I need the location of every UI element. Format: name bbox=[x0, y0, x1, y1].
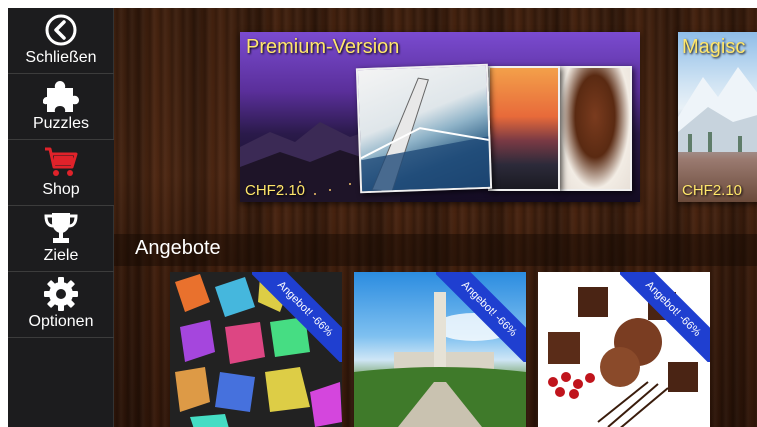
offer-card-chocolate[interactable]: Angebot! -66% bbox=[538, 272, 710, 427]
sidebar: Schließen Puzzles Shop Ziele Optionen bbox=[8, 8, 114, 427]
dessert-thumbnail bbox=[558, 66, 632, 191]
discount-ribbon: Angebot! -66% bbox=[436, 272, 526, 362]
trophy-icon bbox=[41, 209, 81, 247]
sidebar-item-puzzles[interactable]: Puzzles bbox=[8, 74, 114, 140]
card-title: Magisc bbox=[682, 36, 746, 58]
discount-ribbon: Angebot! -66% bbox=[252, 272, 342, 362]
discount-badge: Angebot! -66% bbox=[620, 272, 710, 362]
offer-card-crystals[interactable]: Angebot! -66% bbox=[170, 272, 342, 427]
shop-content: Premium-Version CHF2.10 Magisc CHF2.10 A… bbox=[114, 8, 757, 427]
cart-icon bbox=[41, 143, 81, 181]
app-window: Schließen Puzzles Shop Ziele Optionen Pr… bbox=[8, 8, 757, 427]
sidebar-item-options[interactable]: Optionen bbox=[8, 272, 114, 338]
discount-badge: Angebot! -66% bbox=[436, 272, 526, 362]
sailboat-thumbnail bbox=[355, 63, 493, 194]
premium-version-card[interactable]: Premium-Version CHF2.10 bbox=[240, 32, 640, 202]
discount-ribbon: Angebot! -66% bbox=[620, 272, 710, 362]
gear-icon bbox=[41, 275, 81, 313]
offer-card-monument[interactable]: Angebot! -66% bbox=[354, 272, 526, 427]
discount-badge: Angebot! -66% bbox=[252, 272, 342, 362]
sidebar-item-shop[interactable]: Shop bbox=[8, 140, 114, 206]
sidebar-item-label: Shop bbox=[42, 181, 80, 198]
card-price: CHF2.10 bbox=[682, 182, 743, 199]
puzzle-piece-icon bbox=[41, 77, 81, 115]
card-title: Premium-Version bbox=[246, 36, 400, 58]
sidebar-item-label: Optionen bbox=[28, 313, 94, 330]
card-price: CHF2.10 bbox=[245, 182, 306, 199]
sidebar-item-label: Schließen bbox=[25, 49, 97, 66]
sidebar-item-close[interactable]: Schließen bbox=[8, 8, 114, 74]
back-circle-icon bbox=[41, 11, 81, 49]
magic-pack-card[interactable]: Magisc CHF2.10 bbox=[678, 32, 757, 202]
sidebar-item-goals[interactable]: Ziele bbox=[8, 206, 114, 272]
snowy-mountain-image bbox=[678, 67, 757, 152]
section-title: Angebote bbox=[135, 237, 221, 259]
sunset-pier-thumbnail bbox=[488, 66, 560, 191]
sidebar-item-label: Ziele bbox=[43, 247, 79, 264]
sidebar-item-label: Puzzles bbox=[32, 115, 90, 132]
